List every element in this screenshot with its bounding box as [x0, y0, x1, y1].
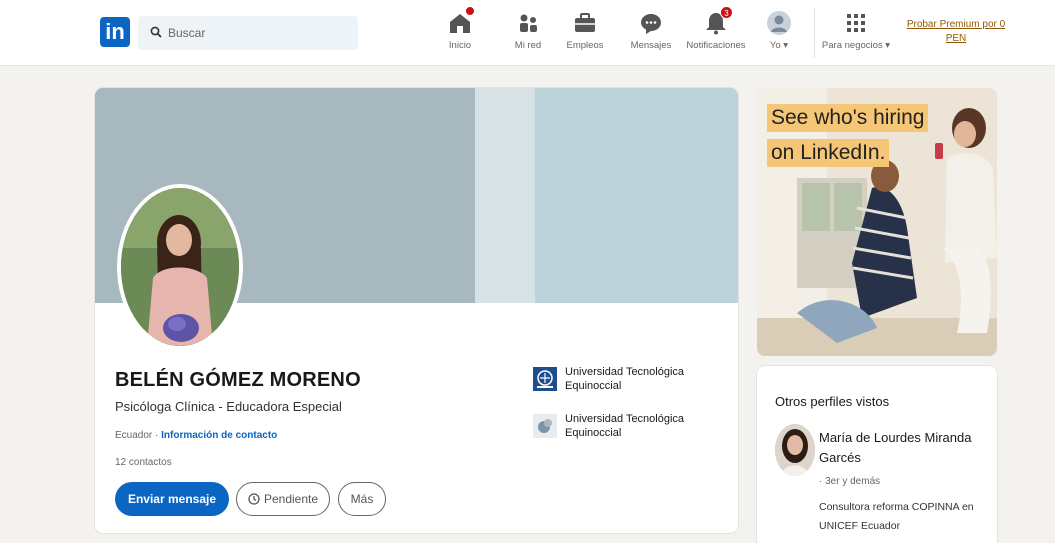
- viewed-person-avatar[interactable]: [775, 424, 815, 476]
- profile-headline: Psicóloga Clínica - Educadora Especial: [115, 399, 342, 414]
- education-item[interactable]: Universidad Tecnológica Equinoccial: [533, 365, 715, 393]
- nav-notifications[interactable]: 3 Notificaciones: [684, 6, 748, 60]
- profile-photo[interactable]: [117, 184, 243, 350]
- nav-me-label: Yo ▾: [769, 40, 789, 51]
- notifications-badge: 3: [720, 6, 733, 19]
- education-name: Universidad Tecnológica Equinoccial: [565, 413, 685, 439]
- others-viewed-panel: Otros perfiles vistos María de Lourdes M…: [757, 366, 997, 543]
- nav-jobs-label: Empleos: [566, 40, 604, 51]
- viewed-person-degree: · 3er y demás: [819, 476, 881, 487]
- profile-photo-image: [121, 188, 239, 346]
- ad-headline-line1: See who's hiring: [767, 104, 929, 132]
- profile-name: BELÉN GÓMEZ MORENO: [115, 369, 361, 391]
- hiring-ad[interactable]: See who's hiring on LinkedIn.: [757, 88, 997, 356]
- home-badge-dot: [465, 6, 475, 16]
- nav-me[interactable]: Yo ▾: [759, 10, 799, 60]
- cover-shape: [535, 88, 738, 303]
- nav-home-label: Inicio: [448, 40, 472, 51]
- nav-business-label: Para negocios ▾: [821, 40, 891, 51]
- university-logo-icon: [533, 414, 557, 438]
- nav-jobs[interactable]: Empleos: [565, 10, 605, 60]
- connections-count[interactable]: 12 contactos: [115, 457, 172, 468]
- user-avatar-icon: [766, 10, 792, 36]
- clock-icon: [248, 493, 260, 505]
- ad-headline-line2: on LinkedIn.: [767, 139, 890, 167]
- send-message-button[interactable]: Enviar mensaje: [115, 482, 229, 516]
- education-name: Universidad Tecnológica Equinoccial: [565, 366, 685, 392]
- nav-notifications-label: Notificaciones: [686, 40, 746, 51]
- nav-divider: [814, 8, 815, 58]
- try-premium-link[interactable]: Probar Premium por 0 PEN: [906, 18, 1006, 46]
- top-navigation: in Inicio Mi red Empleos Mensajes 3: [0, 0, 1055, 66]
- search-box[interactable]: [138, 16, 358, 50]
- university-logo-icon: [533, 367, 557, 391]
- pending-button[interactable]: Pendiente: [236, 482, 330, 516]
- briefcase-icon: [572, 10, 598, 36]
- grid-icon: [843, 10, 869, 36]
- location-text: Ecuador ·: [115, 430, 159, 441]
- nav-business[interactable]: Para negocios ▾: [818, 10, 894, 60]
- viewed-person-name[interactable]: María de Lourdes Miranda Garcés: [819, 428, 989, 468]
- search-input[interactable]: [168, 16, 353, 50]
- viewed-person-photo: [775, 424, 815, 476]
- network-icon: [515, 10, 541, 36]
- more-button[interactable]: Más: [338, 482, 386, 516]
- bell-icon: 3: [703, 6, 733, 36]
- contact-info-link[interactable]: Información de contacto: [161, 430, 277, 441]
- nav-messaging-label: Mensajes: [630, 40, 672, 51]
- pending-label: Pendiente: [263, 492, 319, 506]
- linkedin-logo[interactable]: in: [100, 17, 130, 47]
- cover-shape: [475, 88, 537, 303]
- profile-location: Ecuador · Información de contacto: [115, 430, 277, 441]
- nav-network-label: Mi red: [514, 40, 542, 51]
- message-icon: [638, 10, 664, 36]
- nav-messaging[interactable]: Mensajes: [628, 10, 674, 60]
- home-icon: [447, 6, 475, 36]
- others-viewed-title: Otros perfiles vistos: [775, 394, 890, 409]
- search-icon: [150, 26, 162, 38]
- viewed-person-headline: Consultora reforma COPINNA en UNICEF Ecu…: [819, 501, 974, 532]
- nav-network[interactable]: Mi red: [508, 10, 548, 60]
- education-item[interactable]: Universidad Tecnológica Equinoccial: [533, 412, 715, 440]
- nav-home[interactable]: Inicio: [440, 6, 480, 60]
